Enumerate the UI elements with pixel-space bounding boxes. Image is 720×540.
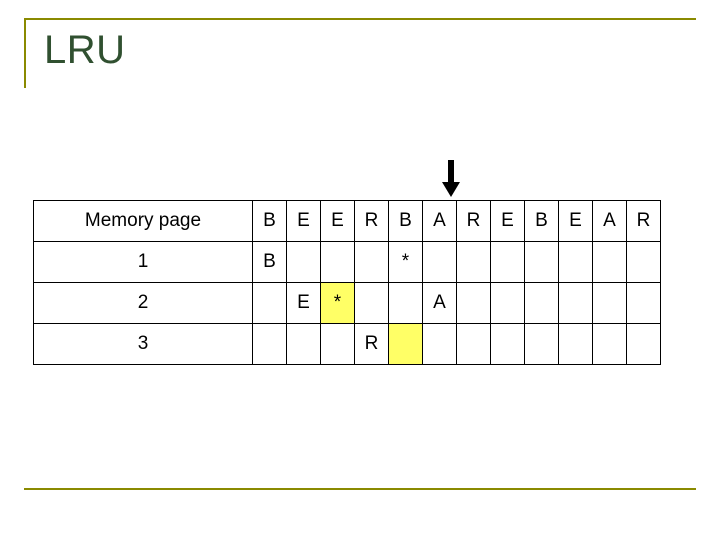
frame-cell — [252, 323, 287, 365]
frame-cell — [490, 282, 525, 324]
frame-cell — [592, 241, 627, 283]
ref-string-cell: E — [490, 200, 525, 242]
frame-cell — [524, 241, 559, 283]
ref-string-cell: E — [558, 200, 593, 242]
frame-cell — [456, 282, 491, 324]
frame-cell — [558, 323, 593, 365]
frame-cell — [524, 282, 559, 324]
frame-cell: * — [320, 282, 355, 324]
ref-string-cell: A — [592, 200, 627, 242]
frame-cell — [490, 241, 525, 283]
frame-cell — [456, 323, 491, 365]
ref-string-cell: A — [422, 200, 457, 242]
lru-table: Memory page B E E R B A R E B E A R 1 B — [33, 200, 661, 365]
frame-cell — [592, 282, 627, 324]
frame-cell — [252, 282, 287, 324]
row-label: 3 — [33, 323, 253, 365]
top-accent-rule — [24, 18, 696, 20]
frame-cell — [626, 323, 661, 365]
down-arrow-icon — [440, 160, 462, 198]
frame-cell — [286, 241, 321, 283]
frame-cell: B — [252, 241, 287, 283]
frame-cell — [422, 323, 457, 365]
ref-string-cell: B — [524, 200, 559, 242]
frame-cell — [286, 323, 321, 365]
lru-table-wrapper: Memory page B E E R B A R E B E A R 1 B — [33, 200, 661, 365]
frame-cell — [558, 282, 593, 324]
ref-string-cell: R — [626, 200, 661, 242]
table-header-row: Memory page B E E R B A R E B E A R — [33, 200, 661, 242]
frame-cell — [592, 323, 627, 365]
page-title: LRU — [44, 28, 126, 72]
row-label: 2 — [33, 282, 253, 324]
ref-string-cell: E — [320, 200, 355, 242]
row-label: 1 — [33, 241, 253, 283]
frame-cell — [490, 323, 525, 365]
frame-cell — [388, 323, 423, 365]
frame-cell — [558, 241, 593, 283]
frame-cell: A — [422, 282, 457, 324]
frame-cell — [320, 323, 355, 365]
ref-string-cell: R — [354, 200, 389, 242]
ref-string-cell: B — [252, 200, 287, 242]
table-row: 2 E * A — [33, 282, 661, 324]
lru-table-body: Memory page B E E R B A R E B E A R 1 B — [33, 200, 661, 365]
frame-cell — [626, 241, 661, 283]
bottom-accent-rule — [24, 488, 696, 490]
table-row: 3 R — [33, 323, 661, 365]
frame-cell — [354, 241, 389, 283]
frame-cell — [422, 241, 457, 283]
frame-cell: * — [388, 241, 423, 283]
frame-cell — [320, 241, 355, 283]
table-row: 1 B * — [33, 241, 661, 283]
frame-cell — [354, 282, 389, 324]
frame-cell: R — [354, 323, 389, 365]
frame-cell: E — [286, 282, 321, 324]
ref-string-cell: E — [286, 200, 321, 242]
frame-cell — [626, 282, 661, 324]
left-accent-rule — [24, 18, 26, 88]
ref-string-cell: B — [388, 200, 423, 242]
frame-cell — [388, 282, 423, 324]
ref-string-cell: R — [456, 200, 491, 242]
frame-cell — [456, 241, 491, 283]
frame-cell — [524, 323, 559, 365]
row-label-header: Memory page — [33, 200, 253, 242]
